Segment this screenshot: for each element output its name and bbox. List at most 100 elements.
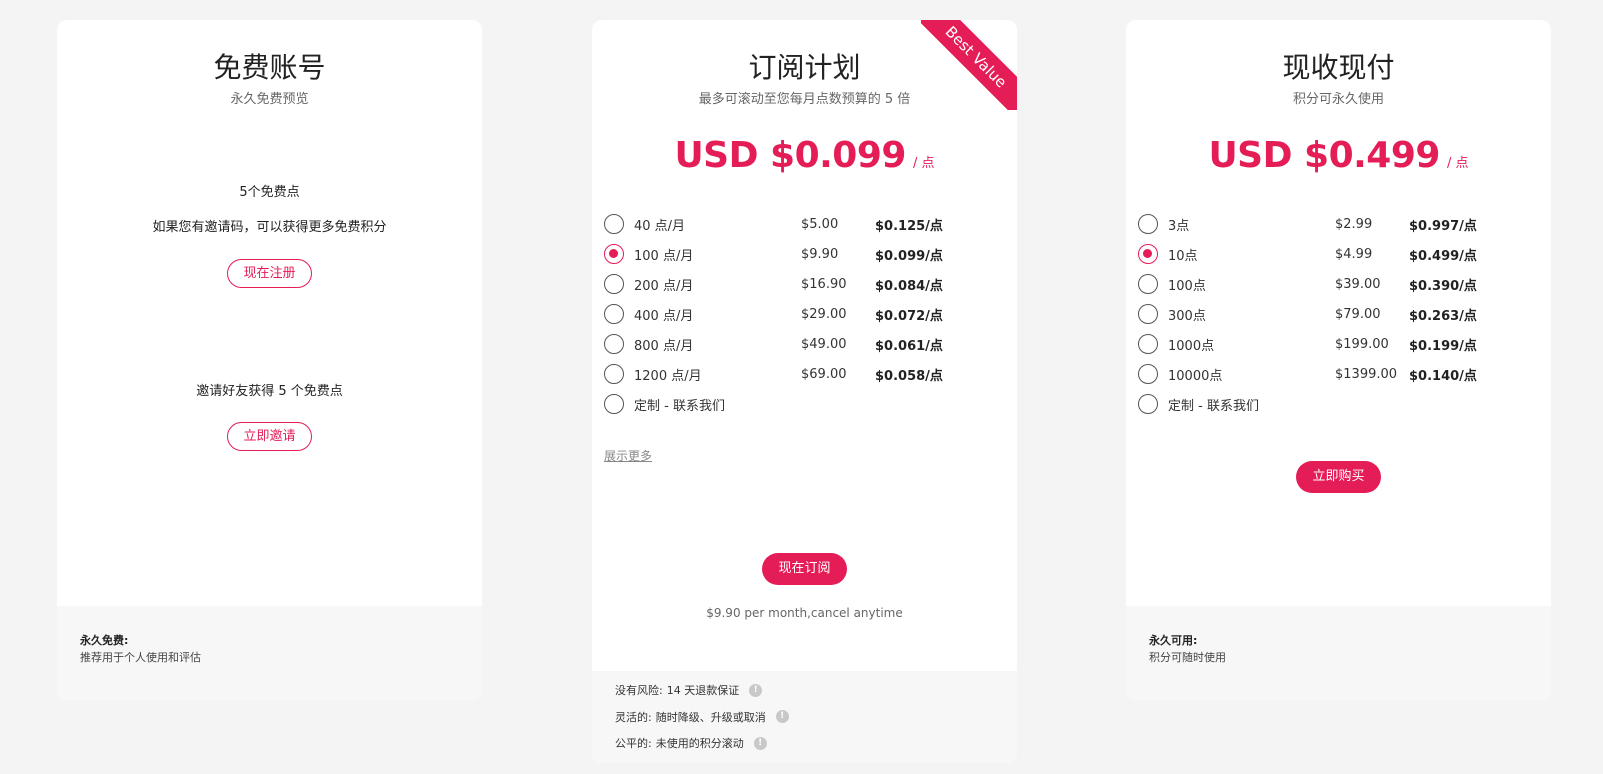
- free-plan-title: 免费账号: [213, 51, 326, 84]
- option-unit-price: $0.061/点: [875, 338, 943, 354]
- radio-icon[interactable]: [604, 394, 624, 414]
- info-icon[interactable]: !: [753, 736, 767, 750]
- payg-option[interactable]: 1000点 $199.00 $0.199/点: [1138, 329, 1551, 359]
- guarantee-text: 随时降级、升级或取消: [655, 710, 766, 724]
- guarantee-title: 没有风险:: [615, 684, 663, 698]
- guarantee-title: 公平的:: [615, 737, 652, 751]
- subscription-price-value: USD $0.099: [674, 135, 906, 176]
- subscription-option[interactable]: 200 点/月 $16.90 $0.084/点: [604, 269, 1017, 299]
- guarantee-no-risk: 没有风险: 14 天退款保证 !: [615, 677, 994, 704]
- radio-icon[interactable]: [604, 304, 624, 324]
- payg-footer-text: 积分可随时使用: [1149, 651, 1226, 664]
- option-label: 200 点/月: [634, 278, 694, 294]
- subscription-price: USD $0.099 / 点: [592, 135, 1017, 185]
- option-label: 300点: [1168, 308, 1206, 324]
- option-price: $4.99: [1335, 246, 1373, 262]
- option-price: $69.00: [801, 366, 847, 382]
- show-more-link[interactable]: 展示更多: [604, 447, 652, 464]
- subscription-option[interactable]: 40 点/月 $5.00 $0.125/点: [604, 209, 1017, 239]
- free-footer-text: 推荐用于个人使用和评估: [80, 651, 201, 664]
- radio-icon[interactable]: [1138, 244, 1158, 264]
- subscription-plan-card: Best Value 订阅计划 最多可滚动至您每月点数预算的 5 倍 USD $…: [592, 20, 1017, 763]
- option-price: $199.00: [1335, 336, 1389, 352]
- radio-icon[interactable]: [1138, 214, 1158, 234]
- register-button[interactable]: 现在注册: [227, 259, 312, 288]
- subscription-option[interactable]: 400 点/月 $29.00 $0.072/点: [604, 299, 1017, 329]
- subscribe-button[interactable]: 现在订阅: [762, 553, 847, 585]
- free-plan-footer: 永久免费: 推荐用于个人使用和评估: [57, 606, 482, 700]
- best-value-ribbon: Best Value: [921, 20, 1017, 110]
- payg-footer: 永久可用: 积分可随时使用: [1126, 606, 1551, 700]
- guarantee-text: 未使用的积分滚动: [655, 737, 744, 751]
- info-icon[interactable]: !: [749, 683, 763, 697]
- invite-code-note: 如果您有邀请码，可以获得更多免费积分: [152, 220, 387, 235]
- invite-button[interactable]: 立即邀请: [227, 422, 312, 451]
- radio-icon[interactable]: [1138, 394, 1158, 414]
- payg-plan-card: 现收现付 积分可永久使用 USD $0.499 / 点 3点 $2.99 $0.…: [1126, 20, 1551, 700]
- option-label: 定制 - 联系我们: [634, 398, 725, 414]
- info-icon[interactable]: !: [775, 710, 789, 724]
- radio-icon[interactable]: [1138, 364, 1158, 384]
- buy-now-button[interactable]: 立即购买: [1296, 461, 1381, 493]
- payg-option[interactable]: 3点 $2.99 $0.997/点: [1138, 209, 1551, 239]
- option-label: 40 点/月: [634, 218, 686, 234]
- subscription-option-custom[interactable]: 定制 - 联系我们: [604, 389, 1017, 419]
- option-unit-price: $0.058/点: [875, 368, 943, 384]
- option-label: 3点: [1168, 218, 1190, 234]
- payg-price-unit: / 点: [1447, 156, 1469, 171]
- option-price: $79.00: [1335, 306, 1381, 322]
- option-unit-price: $0.199/点: [1409, 338, 1477, 354]
- option-label: 1200 点/月: [634, 368, 702, 384]
- radio-icon[interactable]: [604, 364, 624, 384]
- option-unit-price: $0.084/点: [875, 278, 943, 294]
- option-label: 400 点/月: [634, 308, 694, 324]
- free-points-text: 5个免费点: [239, 185, 300, 200]
- option-label: 定制 - 联系我们: [1168, 398, 1259, 414]
- subscription-option[interactable]: 1200 点/月 $69.00 $0.058/点: [604, 359, 1017, 389]
- radio-icon[interactable]: [1138, 334, 1158, 354]
- payg-option-custom[interactable]: 定制 - 联系我们: [1138, 389, 1551, 419]
- subscription-note: $9.90 per month,cancel anytime: [706, 606, 903, 620]
- subscription-options: 40 点/月 $5.00 $0.125/点 100 点/月 $9.90 $0.0…: [592, 209, 1017, 419]
- payg-price: USD $0.499 / 点: [1126, 135, 1551, 185]
- option-unit-price: $0.140/点: [1409, 368, 1477, 384]
- option-unit-price: $0.125/点: [875, 218, 943, 234]
- radio-icon[interactable]: [1138, 304, 1158, 324]
- payg-options: 3点 $2.99 $0.997/点 10点 $4.99 $0.499/点 100…: [1126, 209, 1551, 419]
- subscription-option[interactable]: 100 点/月 $9.90 $0.099/点: [604, 239, 1017, 269]
- option-unit-price: $0.499/点: [1409, 248, 1477, 264]
- guarantee-flexible: 灵活的: 随时降级、升级或取消 !: [615, 704, 994, 731]
- option-label: 100 点/月: [634, 248, 694, 264]
- option-price: $49.00: [801, 336, 847, 352]
- option-unit-price: $0.072/点: [875, 308, 943, 324]
- invite-friends-text: 邀请好友获得 5 个免费点: [196, 384, 343, 399]
- option-unit-price: $0.390/点: [1409, 278, 1477, 294]
- radio-icon[interactable]: [604, 214, 624, 234]
- option-unit-price: $0.997/点: [1409, 218, 1477, 234]
- guarantee-text: 14 天退款保证: [666, 684, 740, 698]
- option-label: 1000点: [1168, 338, 1215, 354]
- payg-option[interactable]: 300点 $79.00 $0.263/点: [1138, 299, 1551, 329]
- payg-option[interactable]: 10000点 $1399.00 $0.140/点: [1138, 359, 1551, 389]
- radio-icon[interactable]: [604, 274, 624, 294]
- free-plan-card: 免费账号 永久免费预览 5个免费点 如果您有邀请码，可以获得更多免费积分 现在注…: [57, 20, 482, 700]
- option-price: $39.00: [1335, 276, 1381, 292]
- option-price: $5.00: [801, 216, 839, 232]
- payg-option[interactable]: 10点 $4.99 $0.499/点: [1138, 239, 1551, 269]
- radio-icon[interactable]: [604, 334, 624, 354]
- option-price: $16.90: [801, 276, 847, 292]
- option-unit-price: $0.099/点: [875, 248, 943, 264]
- subscription-footer: 没有风险: 14 天退款保证 ! 灵活的: 随时降级、升级或取消 ! 公平的: …: [592, 671, 1017, 763]
- option-price: $29.00: [801, 306, 847, 322]
- option-price: $2.99: [1335, 216, 1373, 232]
- option-price: $9.90: [801, 246, 839, 262]
- radio-icon[interactable]: [1138, 274, 1158, 294]
- free-footer-title: 永久免费:: [80, 634, 129, 647]
- payg-plan-title: 现收现付: [1282, 51, 1395, 84]
- subscription-price-unit: / 点: [913, 156, 935, 171]
- payg-option[interactable]: 100点 $39.00 $0.390/点: [1138, 269, 1551, 299]
- option-label: 10000点: [1168, 368, 1223, 384]
- subscription-option[interactable]: 800 点/月 $49.00 $0.061/点: [604, 329, 1017, 359]
- radio-icon[interactable]: [604, 244, 624, 264]
- option-label: 800 点/月: [634, 338, 694, 354]
